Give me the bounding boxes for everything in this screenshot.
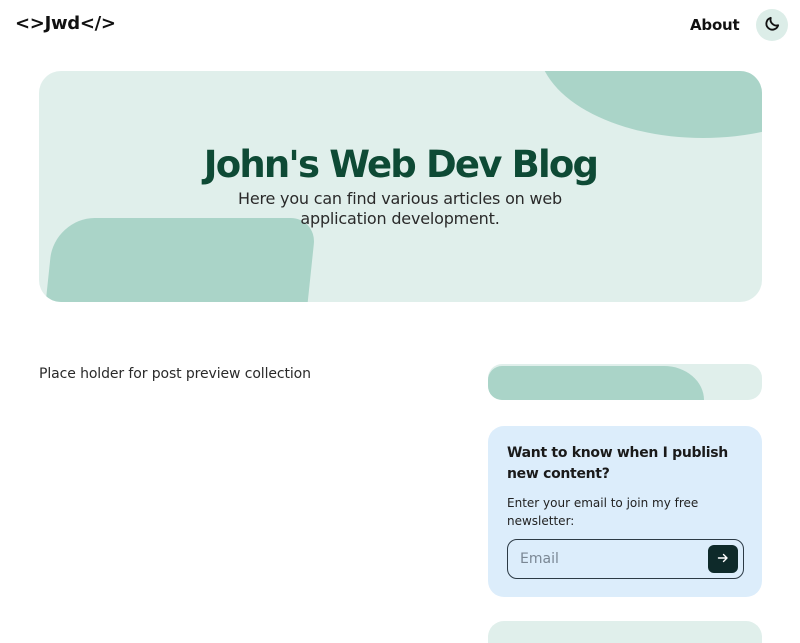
sidebar-card-partial	[488, 621, 762, 643]
sidebar-decor-blob	[488, 366, 704, 400]
newsletter-description: Enter your email to join my free newslet…	[507, 496, 699, 528]
newsletter-form	[507, 539, 744, 579]
sidebar-decor-card	[488, 364, 762, 400]
hero-title: John's Web Dev Blog	[203, 143, 599, 186]
subscribe-button[interactable]	[708, 545, 738, 573]
newsletter-title: Want to know when I publish new content?	[507, 445, 728, 482]
hero-subtitle: Here you can find various articles on we…	[238, 189, 562, 228]
theme-toggle-button[interactable]	[756, 9, 788, 41]
hero-banner: John's Web Dev Blog Here you can find va…	[39, 71, 762, 302]
post-preview-placeholder: Place holder for post preview collection	[39, 366, 311, 382]
newsletter-card: Want to know when I publish new content?…	[488, 426, 762, 597]
hero-decor-blob-bottom	[43, 218, 317, 302]
email-input[interactable]	[520, 548, 700, 570]
moon-icon	[764, 15, 781, 35]
arrow-right-icon	[717, 552, 729, 567]
nav-about-link[interactable]: About	[690, 16, 740, 34]
site-header: <>Jwd</> About	[0, 0, 800, 50]
hero-decor-blob-top	[538, 71, 762, 138]
site-logo[interactable]: <>Jwd</>	[15, 13, 116, 34]
